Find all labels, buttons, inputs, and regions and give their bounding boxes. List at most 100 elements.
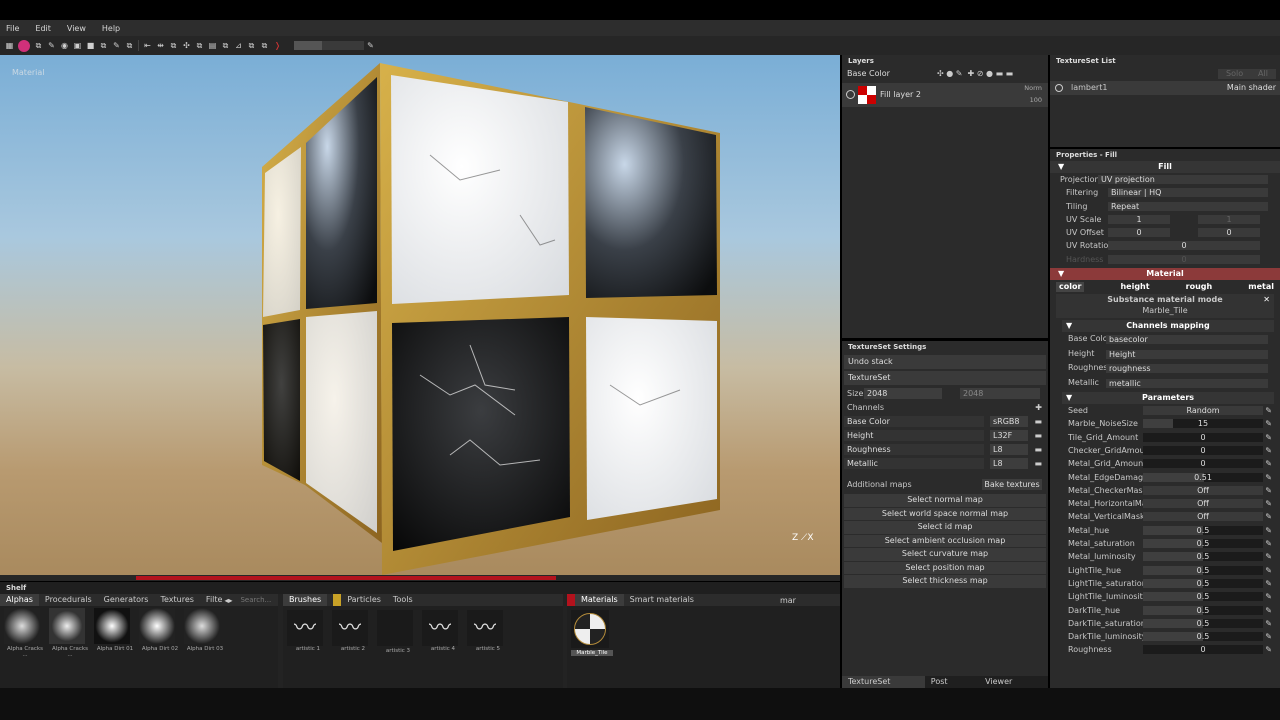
parameter-slider[interactable]: 0 [1143,459,1263,469]
pen-icon[interactable]: ✎ [1265,643,1272,656]
toolbar-slider[interactable] [294,41,364,50]
parameter-button[interactable]: Random [1143,406,1263,416]
chevron-right-icon[interactable]: ❭ [273,41,282,50]
filtering-select[interactable]: Bilinear | HQ [1108,188,1268,198]
symmetry-icon[interactable]: ⇤ [143,41,152,50]
channel-format-select[interactable]: L8 [990,444,1028,455]
tab-materials[interactable]: Materials [567,594,624,606]
alpha-thumb[interactable] [184,608,220,644]
pen-icon[interactable]: ✎ [1265,590,1272,603]
select-map-button[interactable]: Select curvature map [844,548,1046,561]
mapping-select[interactable]: roughness [1106,364,1268,374]
bake-icon[interactable]: ⊿ [234,41,243,50]
parameters-header[interactable]: ▼ Parameters [1062,392,1274,405]
parameter-slider[interactable]: 0.5 [1143,578,1263,588]
toggle-height[interactable]: height [1120,282,1149,292]
render-icon[interactable]: ▤ [208,41,217,50]
parameter-slider[interactable]: 0.5 [1143,605,1263,615]
pen-icon[interactable]: ✎ [1265,457,1272,470]
viewport-3d[interactable]: Material Z ⟋X [0,55,840,575]
pen-icon[interactable]: ✎ [1265,497,1272,510]
alpha-thumb[interactable] [49,608,85,644]
projection-select[interactable]: UV projection [1098,175,1268,184]
layer-blend[interactable]: Norm [1024,84,1042,92]
mirror-x-icon[interactable]: ⇹ [156,41,165,50]
material-thumb[interactable] [571,610,609,648]
camera-icon[interactable]: ⧉ [195,41,204,50]
pen-icon[interactable]: ✎ [1265,510,1272,523]
logo-icon[interactable] [18,39,30,52]
parameter-button[interactable]: Off [1143,512,1263,522]
add-channel-icon[interactable]: ✚ [1035,401,1042,415]
fill-section-header[interactable]: ▼ Fill [1050,161,1280,173]
alpha-thumb[interactable] [139,608,175,644]
pen-icon[interactable]: ✎ [1265,550,1272,563]
parameter-slider[interactable]: 0.5 [1143,552,1263,562]
close-icon[interactable]: ✕ [1263,295,1270,304]
all-button[interactable]: All [1250,69,1276,79]
parameter-slider[interactable]: 0 [1143,432,1263,442]
projection-icon[interactable]: ▣ [73,41,82,50]
export-icon[interactable]: ⧉ [221,41,230,50]
channel-dropdown[interactable]: Base Color [847,69,890,78]
material-search-input[interactable]: mar [780,596,796,605]
pen-icon[interactable]: ✎ [1265,444,1272,457]
channel-format-select[interactable]: sRGB8 [990,416,1028,427]
remove-channel-icon[interactable]: ▬ [1034,443,1042,457]
select-map-button[interactable]: Select position map [844,561,1046,574]
pen-icon[interactable]: ✎ [1265,417,1272,430]
alpha-thumb[interactable] [4,608,40,644]
remove-channel-icon[interactable]: ▬ [1034,457,1042,471]
parameter-slider[interactable]: 0.5 [1143,592,1263,602]
brush-thumb[interactable]: 〰 [287,610,323,646]
alpha-thumb[interactable] [94,608,130,644]
pen-icon[interactable]: ✎ [1265,564,1272,577]
pen-icon[interactable]: ✎ [1265,484,1272,497]
grid-icon[interactable]: ▦ [5,41,14,50]
select-map-button[interactable]: Select world space normal map [844,507,1046,520]
shader-select[interactable]: Main shader [1227,81,1276,95]
mapping-select[interactable]: metallic [1106,378,1268,388]
remove-channel-icon[interactable]: ▬ [1034,415,1042,429]
textureset-row[interactable]: lambert1 Main shader [1050,81,1280,95]
parameter-slider[interactable]: 0.5 [1143,539,1263,549]
layer-tools-icon[interactable]: ✣ ● ✎ ✚ ⊘ ● ▬ ▬ [937,67,1013,81]
menu-edit[interactable]: Edit [35,24,51,33]
align-icon[interactable]: ✣ [182,41,191,50]
solo-button[interactable]: Solo [1218,69,1252,79]
select-map-button[interactable]: Select id map [844,521,1046,534]
mapping-select[interactable]: Height [1106,349,1268,359]
tab-generators[interactable]: Generators [98,594,155,606]
parameter-button[interactable]: Off [1143,499,1263,509]
tab-filters[interactable]: Filte [200,594,225,606]
brush-thumb[interactable] [377,610,413,646]
pen-icon[interactable]: ✎ [1265,537,1272,550]
mirror-y-icon[interactable]: ⧉ [169,41,178,50]
screenshot-icon[interactable]: ⧉ [247,41,256,50]
visibility-icon[interactable] [1055,84,1063,92]
shelf-search-input[interactable]: Search... [240,596,271,604]
tab-post-effects[interactable]: Post Effects [925,676,979,698]
uv-offset-input-2[interactable]: 0 [1198,228,1260,238]
tab-textureset-settings[interactable]: TextureSet Settings [842,676,925,698]
menu-help[interactable]: Help [102,24,120,33]
size-select[interactable]: 2048 [864,388,942,399]
tab-particles[interactable]: Particles [333,594,387,606]
hardness-input[interactable]: 0 [1108,254,1260,264]
eraser-icon[interactable]: ◉ [60,41,69,50]
tiling-select[interactable]: Repeat [1108,201,1268,211]
polygon-fill-icon[interactable]: ■ [86,41,95,50]
uv-offset-input[interactable]: 0 [1108,228,1170,238]
pen-icon[interactable]: ✎ [1265,431,1272,444]
channel-format-select[interactable]: L8 [990,458,1028,469]
parameter-slider[interactable]: 0 [1143,445,1263,455]
uv-scale-input[interactable]: 1 [1108,214,1170,224]
pen-icon[interactable]: ✎ [1265,404,1272,417]
tab-brushes[interactable]: Brushes [283,594,328,606]
picker-icon[interactable]: ⧉ [125,41,134,50]
pen-icon[interactable]: ✎ [1265,617,1272,630]
select-map-button[interactable]: Select thickness map [844,575,1046,588]
parameter-slider[interactable]: 0 [1143,645,1263,655]
undo-stack-button[interactable]: Undo stack [844,355,1046,369]
mapping-select[interactable]: basecolor [1106,335,1268,345]
